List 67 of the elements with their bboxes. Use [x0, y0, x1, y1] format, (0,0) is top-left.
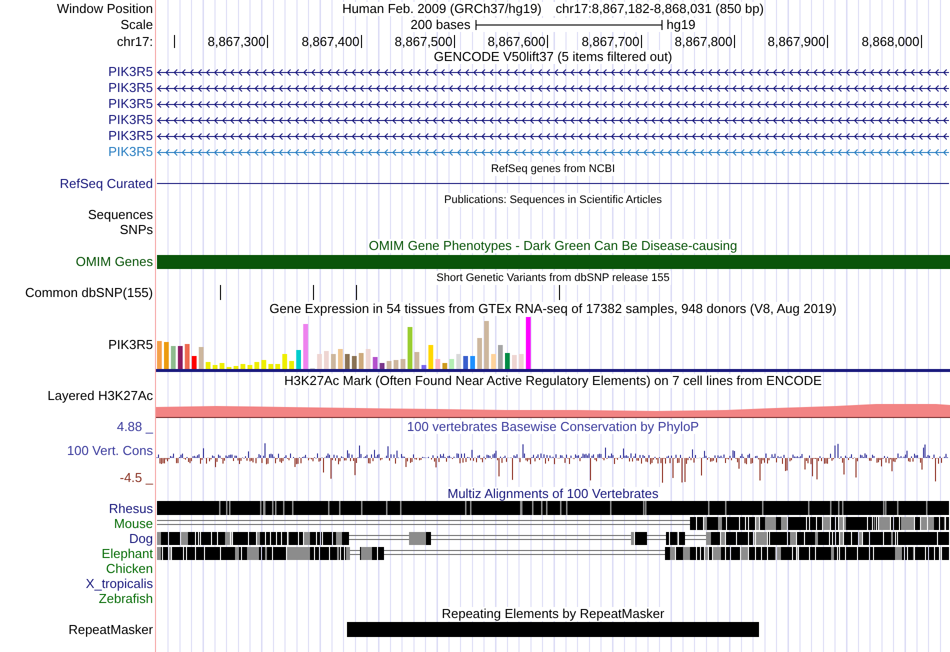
track-label[interactable]: PIK3R5: [108, 113, 153, 127]
ruler-tick: [361, 34, 362, 48]
ruler-tick: [734, 34, 735, 48]
position-text: chr17:8,867,182-8,868,031 (850 bp): [556, 2, 764, 16]
track-title: Gene Expression in 54 tissues from GTEx RNA-seq of 17382 samples, 948 donors (V8, Aug 2019): [268, 302, 838, 316]
gene-feature[interactable]: [156, 85, 950, 92]
gene-feature[interactable]: [156, 117, 950, 124]
gene-feature[interactable]: [156, 69, 950, 76]
ruler-label: 8,867,800: [674, 34, 732, 49]
track-label[interactable]: PIK3R5: [108, 65, 153, 79]
ruler-tick: [547, 34, 548, 48]
ruler-label: 8,867,900: [768, 34, 826, 49]
snp-tick: [313, 285, 314, 300]
ruler-tick: [827, 34, 828, 48]
gene-feature[interactable]: [156, 133, 950, 140]
snp-tick: [559, 285, 560, 300]
track-label[interactable]: Dog: [129, 532, 153, 546]
track-label[interactable]: -4.5 _: [120, 471, 153, 485]
track-label[interactable]: Zebrafish: [98, 592, 153, 606]
ruler-label: 8,867,600: [488, 34, 546, 49]
track-title: 100 vertebrates Basewise Conservation by PhyloP: [406, 420, 700, 434]
track-label[interactable]: chr17:: [116, 34, 153, 48]
track-label[interactable]: Scale: [120, 18, 153, 32]
track-label[interactable]: 100 Vert. Cons: [67, 444, 153, 458]
track-title: Multiz Alignments of 100 Vertebrates: [446, 486, 660, 500]
track-label[interactable]: Rhesus: [108, 502, 153, 516]
scale-text: 200 bases: [410, 18, 471, 32]
track-label[interactable]: Chicken: [106, 562, 153, 576]
track-label[interactable]: RefSeq Curated: [60, 177, 153, 191]
track-label[interactable]: Layered H3K27Ac: [47, 389, 153, 403]
ruler-label: 8,867,700: [582, 34, 640, 49]
track-label[interactable]: PIK3R5: [108, 129, 153, 143]
track-label[interactable]: PIK3R5: [108, 145, 153, 159]
ruler-label: 8,867,500: [394, 34, 452, 49]
track-title: GENCODE V50lift37 (5 items filtered out): [432, 50, 674, 64]
track-title: H3K27Ac Mark (Often Found Near Active Regulatory Elements) on 7 cell lines from ENCODE: [283, 374, 823, 388]
track-title: OMIM Gene Phenotypes - Dark Green Can Be Disease-causing: [368, 239, 738, 253]
track-title: Publications: Sequences in Scientific Articles: [443, 193, 663, 207]
ruler-label: 8,867,300: [208, 34, 266, 49]
ruler-tick: [174, 34, 175, 48]
track-label[interactable]: Mouse: [114, 516, 153, 530]
track-label[interactable]: 4.88 _: [116, 420, 153, 434]
track-label[interactable]: Window Position: [56, 2, 153, 16]
ruler-tick: [267, 34, 268, 48]
track-title: RefSeq genes from NCBI: [490, 162, 616, 176]
assembly-text: Human Feb. 2009 (GRCh37/hg19): [342, 2, 542, 16]
ruler-tick: [641, 34, 642, 48]
track-title: Repeating Elements by RepeatMasker: [440, 607, 666, 621]
track-label[interactable]: RepeatMasker: [68, 623, 153, 637]
track-label[interactable]: Common dbSNP(155): [25, 286, 153, 300]
track-label[interactable]: PIK3R5: [108, 338, 153, 352]
track-label[interactable]: Sequences: [88, 208, 153, 222]
track-label[interactable]: Elephant: [102, 546, 153, 560]
snp-tick: [220, 285, 221, 300]
assembly-text: hg19: [666, 18, 696, 32]
track-title: Short Genetic Variants from dbSNP release 155: [435, 270, 671, 284]
track-label[interactable]: SNPs: [120, 223, 153, 237]
gene-feature[interactable]: [156, 101, 950, 108]
ruler-label: 8,867,400: [302, 34, 360, 49]
ruler-label: 8,868,000: [862, 34, 920, 49]
ruler-tick: [454, 34, 455, 48]
track-label[interactable]: X_tropicalis: [86, 576, 153, 590]
ruler-tick: [921, 34, 922, 48]
snp-tick: [356, 285, 357, 300]
track-label[interactable]: PIK3R5: [108, 97, 153, 111]
track-label[interactable]: OMIM Genes: [76, 255, 153, 269]
track-label[interactable]: PIK3R5: [108, 81, 153, 95]
